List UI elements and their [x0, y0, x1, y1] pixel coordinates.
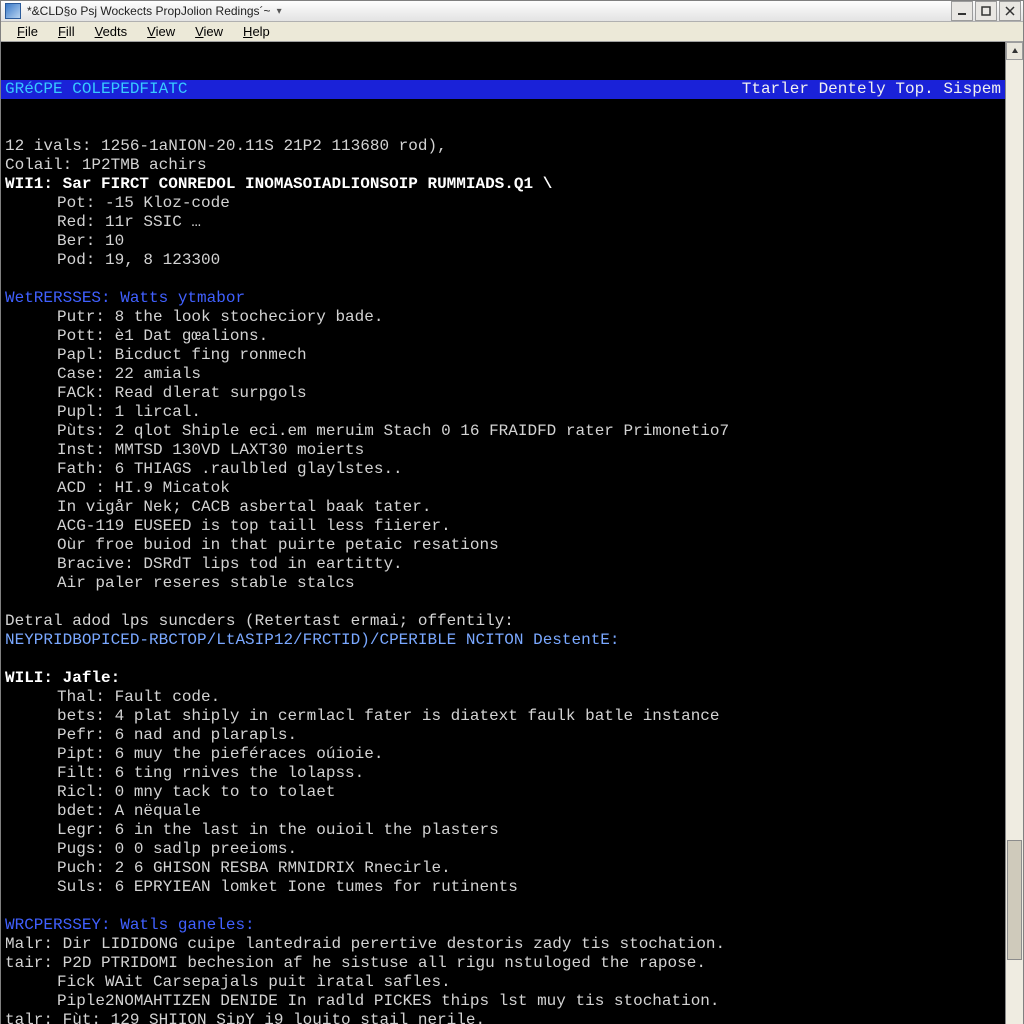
terminal-line: Ricl: 0 mny tack to to tolaet: [1, 783, 1005, 802]
terminal-line: bdet: A nëquale: [1, 802, 1005, 821]
menu-view-1[interactable]: View: [137, 22, 185, 41]
terminal-header-bar: GRéCPE COLEPEDFIATC Ttarler Dentely Top.…: [1, 80, 1005, 99]
terminal-line: Thal: Fault code.: [1, 688, 1005, 707]
terminal-line: WILI: Jafle:: [1, 669, 1005, 688]
terminal-line: Piple2NOMAHTIZEN DENIDE In radld PICKES …: [1, 992, 1005, 1011]
terminal-output[interactable]: GRéCPE COLEPEDFIATC Ttarler Dentely Top.…: [1, 42, 1005, 1024]
terminal-line: WII1: Sar FIRCT CONREDOL INOMASOIADLIONS…: [1, 175, 1005, 194]
terminal-line: Detral adod lps suncders (Retertast erma…: [1, 612, 1005, 631]
terminal-line: Oùr froe buiod in that puirte petaic res…: [1, 536, 1005, 555]
close-icon: [1005, 6, 1015, 16]
terminal-line: ACG-119 EUSEED is top taill less fiierer…: [1, 517, 1005, 536]
terminal-line: [1, 897, 1005, 916]
terminal-line: Pot: -15 Kloz-code: [1, 194, 1005, 213]
terminal-line: Ber: 10: [1, 232, 1005, 251]
terminal-line: Pugs: 0 0 sadlp preeioms.: [1, 840, 1005, 859]
chevron-up-icon: [1011, 47, 1019, 55]
close-button[interactable]: [999, 1, 1021, 21]
terminal-line: Suls: 6 EPRYIEAN lomket Ione tumes for r…: [1, 878, 1005, 897]
terminal-line: Legr: 6 in the last in the ouioil the pl…: [1, 821, 1005, 840]
terminal-line: Pod: 19, 8 123300: [1, 251, 1005, 270]
scrollbar-thumb[interactable]: [1007, 840, 1022, 960]
terminal-line: Inst: MMTSD 130VD LAXT30 moierts: [1, 441, 1005, 460]
app-icon: [5, 3, 21, 19]
titlebar[interactable]: *&CLD§o Psj Wockects PropJolion Redings´…: [1, 1, 1023, 22]
terminal-line: Malr: Dir LIDIDONG cuipe lantedraid pere…: [1, 935, 1005, 954]
terminal-line: ACD : HI.9 Micatok: [1, 479, 1005, 498]
terminal-line: Papl: Bicduct fing ronmech: [1, 346, 1005, 365]
menu-fill[interactable]: Fill: [48, 22, 85, 41]
minimize-button[interactable]: [951, 1, 973, 21]
terminal-line: Filt: 6 ting rnives the lolapss.: [1, 764, 1005, 783]
terminal-line: [1, 650, 1005, 669]
terminal-line: [1, 270, 1005, 289]
terminal-line: Pipt: 6 muy the pieféraces oúioie.: [1, 745, 1005, 764]
terminal-line: [1, 593, 1005, 612]
menubar: File Fill Vedts View View Help: [1, 22, 1023, 42]
menu-help[interactable]: Help: [233, 22, 280, 41]
application-window: *&CLD§o Psj Wockects PropJolion Redings´…: [0, 0, 1024, 1024]
terminal-line: WRCPERSSEY: Watls ganeles:: [1, 916, 1005, 935]
terminal-header-left: GRéCPE COLEPEDFIATC: [5, 80, 187, 99]
terminal-line: Fick WAit Carsepajals puit ìratal safles…: [1, 973, 1005, 992]
terminal-line: Bracive: DSRdT lips tod in eartitty.: [1, 555, 1005, 574]
title-dropdown-icon[interactable]: ▾: [277, 6, 282, 17]
terminal-line: Puch: 2 6 GHISON RESBA RMNIDRIX Rnecirle…: [1, 859, 1005, 878]
menu-view-2[interactable]: View: [185, 22, 233, 41]
maximize-button[interactable]: [975, 1, 997, 21]
terminal-line: 12 ivals: 1256-1aNION-20.11S 21P2 113680…: [1, 137, 1005, 156]
window-title: *&CLD§o Psj Wockects PropJolion Redings´…: [27, 4, 271, 18]
terminal-line: bets: 4 plat shiply in cermlacl fater is…: [1, 707, 1005, 726]
menu-file[interactable]: File: [7, 22, 48, 41]
terminal-line: Pùts: 2 qlot Shiple eci.em meruim Stach …: [1, 422, 1005, 441]
minimize-icon: [957, 6, 967, 16]
terminal-line: Air paler reseres stable stalcs: [1, 574, 1005, 593]
scroll-up-button[interactable]: [1006, 42, 1023, 60]
terminal-line: Pott: è1 Dat gœalions.: [1, 327, 1005, 346]
terminal-line: WetRERSSES: Watts ytmabor: [1, 289, 1005, 308]
terminal-header-right: Ttarler Dentely Top. Sispem: [742, 80, 1001, 99]
terminal-line: In vigår Nek; CACB asbertal baak tater.: [1, 498, 1005, 517]
scrollbar-track[interactable]: [1006, 60, 1023, 1024]
terminal-line: Pupl: 1 lircal.: [1, 403, 1005, 422]
terminal-line: Case: 22 amials: [1, 365, 1005, 384]
terminal-line: talr: Fùt: 129 SHIION SipY i9 louito sta…: [1, 1011, 1005, 1024]
maximize-icon: [981, 6, 991, 16]
menu-vedts[interactable]: Vedts: [85, 22, 138, 41]
terminal-line: Red: 11r SSIC …: [1, 213, 1005, 232]
terminal-line: tair: P2D PTRIDOMI bechesion af he sistu…: [1, 954, 1005, 973]
terminal-line: Putr: 8 the look stocheciory bade.: [1, 308, 1005, 327]
terminal-line: FACk: Read dlerat surpgols: [1, 384, 1005, 403]
terminal-line: Fath: 6 THIAGS .raulbled glaylstes..: [1, 460, 1005, 479]
terminal-area: GRéCPE COLEPEDFIATC Ttarler Dentely Top.…: [1, 42, 1023, 1024]
terminal-line: Colail: 1P2TMB achirs: [1, 156, 1005, 175]
vertical-scrollbar[interactable]: [1005, 42, 1023, 1024]
terminal-line: NEYPRIDBOPICED-RBCTOP/LtASIP12/FRCTID)/C…: [1, 631, 1005, 650]
terminal-line: Pefr: 6 nad and plarapls.: [1, 726, 1005, 745]
